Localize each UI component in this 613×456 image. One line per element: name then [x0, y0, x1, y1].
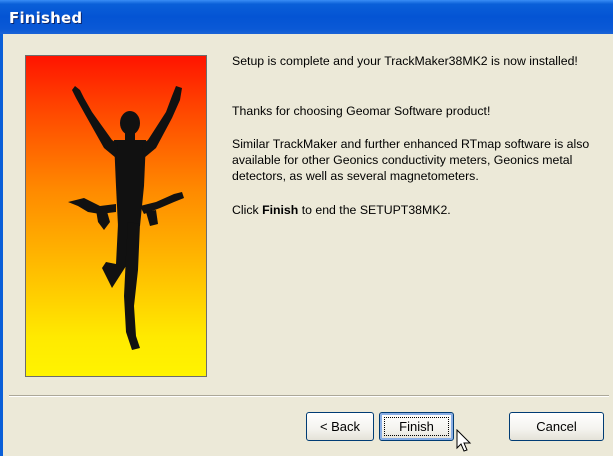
button-separator — [9, 395, 609, 397]
cancel-button[interactable]: Cancel — [509, 412, 604, 441]
finish-button[interactable]: Finish — [379, 412, 454, 441]
finish-instruction-prefix: Click — [232, 203, 263, 217]
setup-complete-text: Setup is complete and your TrackMaker38M… — [232, 54, 578, 68]
related-software-text: Similar TrackMaker and further enhanced … — [232, 137, 590, 183]
window-frame-left — [0, 34, 3, 456]
wizard-banner-image — [25, 55, 207, 377]
thanks-text: Thanks for choosing Geomar Software prod… — [232, 104, 491, 118]
celebrating-person-silhouette-icon — [68, 86, 184, 350]
finish-instruction-text: Click Finish to end the SETUPT38MK2. — [232, 202, 604, 218]
finish-instruction-bold: Finish — [262, 203, 299, 217]
mouse-pointer-icon — [456, 429, 472, 452]
focus-rectangle — [384, 417, 449, 436]
finish-instruction-suffix: to end the SETUPT38MK2. — [298, 203, 451, 217]
title-bar[interactable]: Finished — [0, 0, 613, 34]
back-button[interactable]: < Back — [306, 412, 374, 441]
window-title: Finished — [9, 9, 83, 27]
